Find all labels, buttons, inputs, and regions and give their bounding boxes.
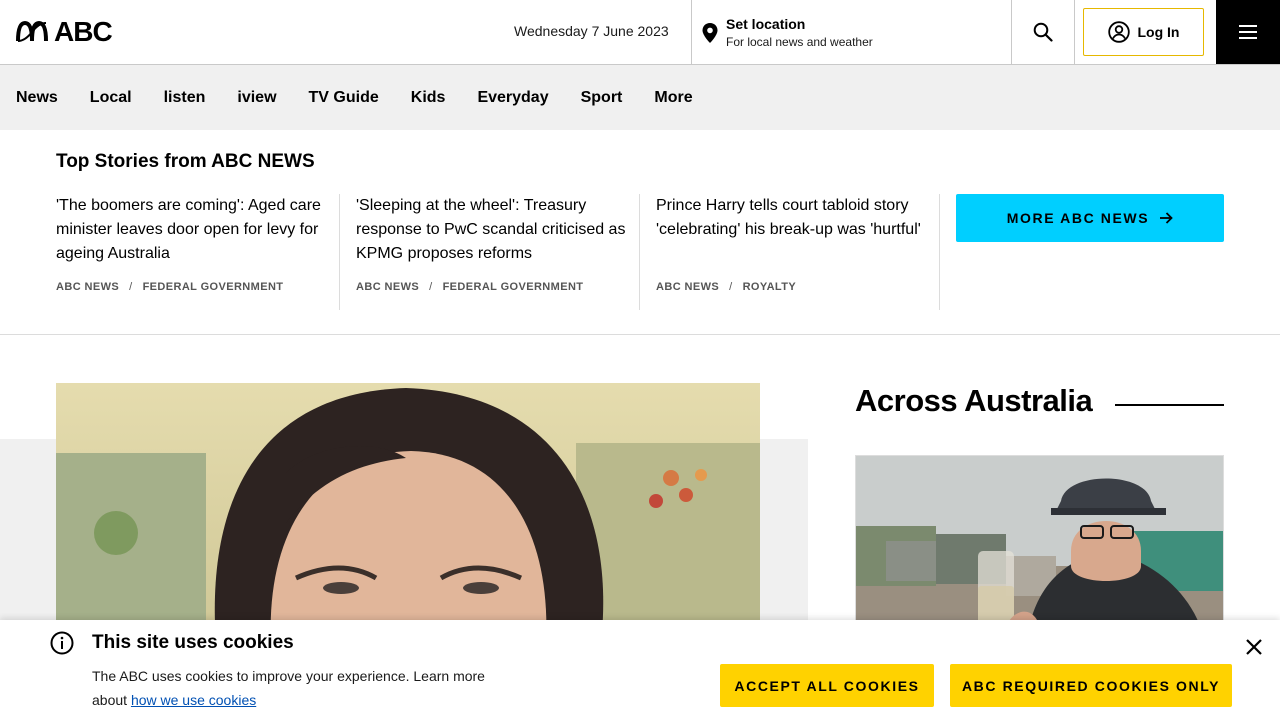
location-pin-icon bbox=[702, 23, 718, 43]
story-source[interactable]: ABC NEWS bbox=[56, 281, 119, 293]
story-headline[interactable]: 'Sleeping at the wheel': Treasury respon… bbox=[356, 194, 626, 266]
nav-item-iview[interactable]: iview bbox=[237, 89, 276, 107]
nav-item-local[interactable]: Local bbox=[90, 89, 132, 107]
abc-logo-icon bbox=[16, 21, 48, 42]
nav-item-kids[interactable]: Kids bbox=[411, 89, 446, 107]
story-card[interactable]: 'The boomers are coming': Aged care mini… bbox=[56, 194, 340, 310]
cookie-banner-text: The ABC uses cookies to improve your exp… bbox=[92, 664, 492, 712]
logo-text: ABC bbox=[54, 16, 113, 47]
nav-item-more[interactable]: More bbox=[654, 89, 692, 107]
site-header: ABC Wednesday 7 June 2023 Set location F… bbox=[0, 0, 1280, 65]
search-button[interactable] bbox=[1012, 0, 1075, 64]
across-australia-title: Across Australia bbox=[855, 383, 1093, 418]
meta-separator: / bbox=[729, 281, 733, 293]
current-date: Wednesday 7 June 2023 bbox=[514, 23, 669, 39]
meta-separator: / bbox=[129, 281, 133, 293]
story-card[interactable]: 'Sleeping at the wheel': Treasury respon… bbox=[356, 194, 640, 310]
required-cookies-only-button[interactable]: ABC REQUIRED COOKIES ONLY bbox=[950, 664, 1232, 707]
feature-story-image[interactable] bbox=[56, 383, 760, 643]
location-subtitle: For local news and weather bbox=[726, 35, 873, 49]
cookie-banner-title: This site uses cookies bbox=[92, 632, 294, 653]
cookie-policy-link[interactable]: how we use cookies bbox=[131, 692, 256, 708]
set-location-button[interactable]: Set location For local news and weather bbox=[691, 0, 1012, 64]
search-icon bbox=[1033, 22, 1053, 42]
location-title: Set location bbox=[726, 16, 806, 32]
story-headline[interactable]: 'The boomers are coming': Aged care mini… bbox=[56, 194, 326, 266]
log-in-button[interactable]: Log In bbox=[1083, 8, 1204, 56]
nav-item-tv-guide[interactable]: TV Guide bbox=[309, 89, 379, 107]
heading-rule bbox=[1115, 404, 1224, 406]
story-source[interactable]: ABC NEWS bbox=[656, 281, 719, 293]
story-meta: ABC NEWS / FEDERAL GOVERNMENT bbox=[356, 281, 583, 293]
info-icon bbox=[50, 631, 74, 655]
accept-all-cookies-button[interactable]: ACCEPT ALL COOKIES bbox=[720, 664, 934, 707]
close-icon[interactable] bbox=[1244, 637, 1264, 657]
farmer-photo-illustration bbox=[856, 456, 1223, 644]
abc-logo[interactable]: ABC bbox=[16, 16, 113, 47]
nav-item-news[interactable]: News bbox=[16, 89, 58, 107]
story-topic[interactable]: FEDERAL GOVERNMENT bbox=[443, 281, 584, 293]
meta-separator: / bbox=[429, 281, 433, 293]
user-icon bbox=[1107, 21, 1130, 43]
arrow-right-icon bbox=[1160, 212, 1173, 224]
more-abc-news-button[interactable]: MORE ABC NEWS bbox=[956, 194, 1224, 242]
menu-button[interactable] bbox=[1216, 0, 1280, 64]
story-headline[interactable]: Prince Harry tells court tabloid story '… bbox=[656, 194, 926, 242]
feature-photo-illustration bbox=[56, 383, 760, 643]
nav-item-sport[interactable]: Sport bbox=[581, 89, 623, 107]
cookie-banner: This site uses cookies The ABC uses cook… bbox=[0, 620, 1280, 720]
story-meta: ABC NEWS / ROYALTY bbox=[656, 281, 796, 293]
hamburger-menu-icon bbox=[1239, 25, 1257, 39]
section-divider bbox=[0, 334, 1280, 335]
story-card[interactable]: Prince Harry tells court tabloid story '… bbox=[656, 194, 940, 310]
nav-item-listen[interactable]: listen bbox=[164, 89, 206, 107]
main-navigation: News Local listen iview TV Guide Kids Ev… bbox=[0, 65, 1280, 130]
across-australia-story-image[interactable] bbox=[855, 455, 1224, 645]
story-topic[interactable]: ROYALTY bbox=[743, 281, 797, 293]
nav-item-everyday[interactable]: Everyday bbox=[477, 89, 548, 107]
log-in-label: Log In bbox=[1137, 24, 1180, 40]
more-abc-news-label: MORE ABC NEWS bbox=[1006, 210, 1150, 226]
story-source[interactable]: ABC NEWS bbox=[356, 281, 419, 293]
story-topic[interactable]: FEDERAL GOVERNMENT bbox=[143, 281, 284, 293]
top-stories-title: Top Stories from ABC NEWS bbox=[56, 151, 315, 172]
story-meta: ABC NEWS / FEDERAL GOVERNMENT bbox=[56, 281, 283, 293]
